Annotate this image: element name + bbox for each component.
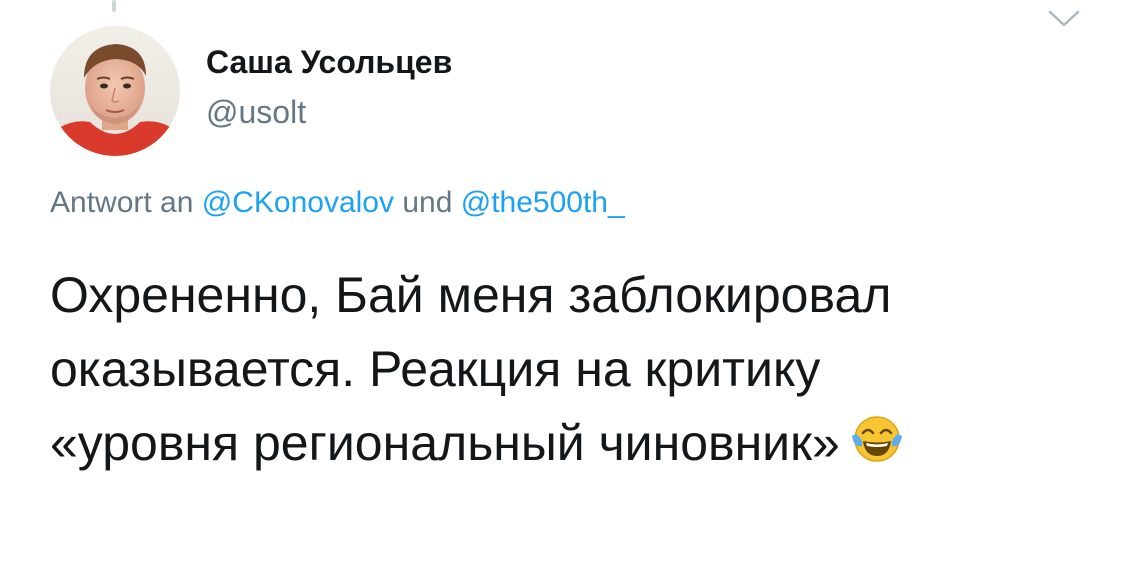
face-with-tears-of-joy-icon bbox=[850, 412, 904, 466]
author-name[interactable]: Саша Усольцев bbox=[206, 44, 452, 81]
reply-conjunction: und bbox=[402, 186, 453, 219]
tweet-text-line-1: Охрененно, Бай меня заблокировал bbox=[50, 267, 892, 323]
author-handle[interactable]: @usolt bbox=[206, 94, 306, 131]
chevron-down-icon[interactable] bbox=[1044, 4, 1084, 32]
tweet-text-line-2: оказывается. Реакция на критику bbox=[50, 341, 821, 397]
tweet-text-line-3: «уровня региональный чиновник» bbox=[50, 406, 1090, 480]
tweet-text: Охрененно, Бай меня заблокировал оказыва… bbox=[50, 258, 1090, 480]
avatar[interactable] bbox=[50, 26, 180, 156]
thread-connector-line bbox=[112, 0, 116, 12]
tweet-text-line-3-content: «уровня региональный чиновник» bbox=[50, 415, 840, 471]
reply-prefix: Antwort an bbox=[50, 186, 194, 219]
mention-link-the500th[interactable]: @the500th_ bbox=[461, 186, 625, 219]
avatar-photo bbox=[50, 26, 180, 156]
tweet-card: Саша Усольцев @usolt Antwort an @CKonova… bbox=[0, 0, 1125, 562]
reply-context: Antwort an @CKonovalov und @the500th_ bbox=[50, 186, 625, 220]
mention-link-ckonovalov[interactable]: @CKonovalov bbox=[202, 186, 394, 219]
